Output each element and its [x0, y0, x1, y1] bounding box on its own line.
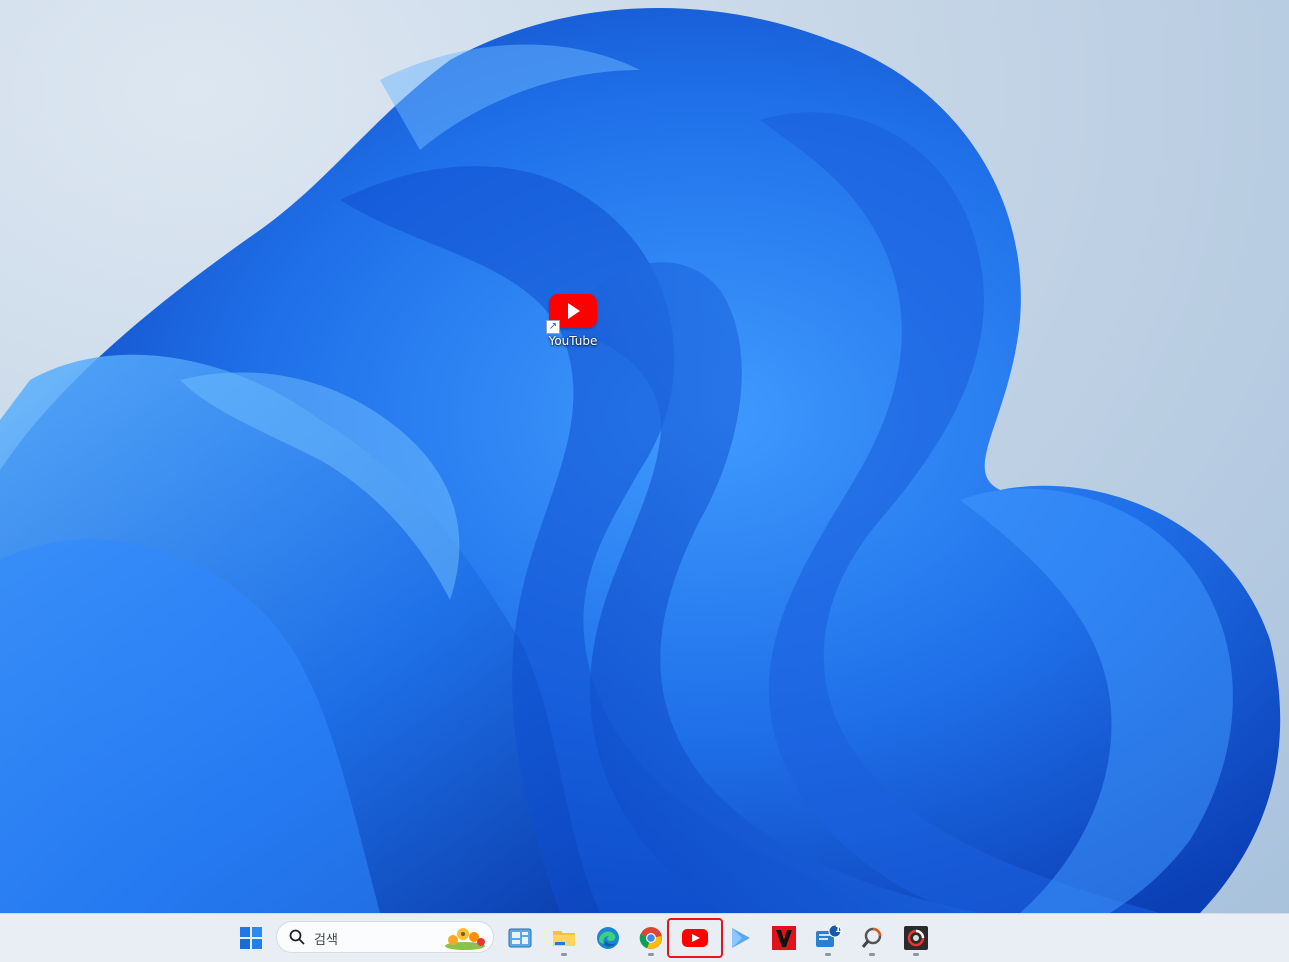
capture-app-button[interactable] [899, 922, 933, 956]
running-indicator [648, 953, 654, 956]
bloom-wallpaper [0, 7, 1281, 913]
flowers-highlight-icon [445, 928, 485, 950]
edge-button[interactable] [591, 922, 625, 954]
taskbar-search-box[interactable]: 검색 [276, 921, 494, 953]
running-indicator [913, 953, 919, 956]
youtube-icon [682, 929, 708, 947]
edge-icon [597, 927, 619, 949]
start-button[interactable] [234, 922, 268, 954]
magnifier-tool-icon [861, 927, 882, 948]
taskbar: 검색 1 [0, 913, 1289, 962]
shortcut-arrow-icon: ↗ [546, 320, 560, 334]
widgets-icon [508, 928, 532, 948]
running-indicator [825, 953, 831, 956]
camera-icon [904, 926, 928, 950]
chrome-button[interactable] [634, 922, 668, 956]
file-explorer-button[interactable] [547, 922, 581, 956]
desktop-shortcut-label: YouTube [548, 334, 598, 348]
messenger-app-button[interactable]: 1 [811, 922, 845, 956]
play-app-button[interactable] [723, 922, 757, 954]
running-indicator [869, 953, 875, 956]
windows-logo-icon [240, 927, 262, 949]
search-placeholder: 검색 [314, 933, 338, 948]
notification-badge: 1 [834, 925, 842, 935]
folder-icon [553, 931, 575, 946]
v-logo-icon [772, 926, 796, 950]
running-indicator [561, 953, 567, 956]
play-triangle-icon [732, 928, 750, 948]
desktop: ↗ YouTube [0, 0, 1289, 913]
search-tool-button[interactable] [855, 922, 889, 956]
v-app-button[interactable] [767, 922, 801, 954]
widgets-button[interactable] [503, 922, 537, 954]
youtube-taskbar-button[interactable] [667, 918, 723, 958]
desktop-shortcut-youtube[interactable]: ↗ YouTube [538, 290, 608, 348]
chrome-icon [639, 927, 662, 949]
search-icon [289, 929, 305, 945]
